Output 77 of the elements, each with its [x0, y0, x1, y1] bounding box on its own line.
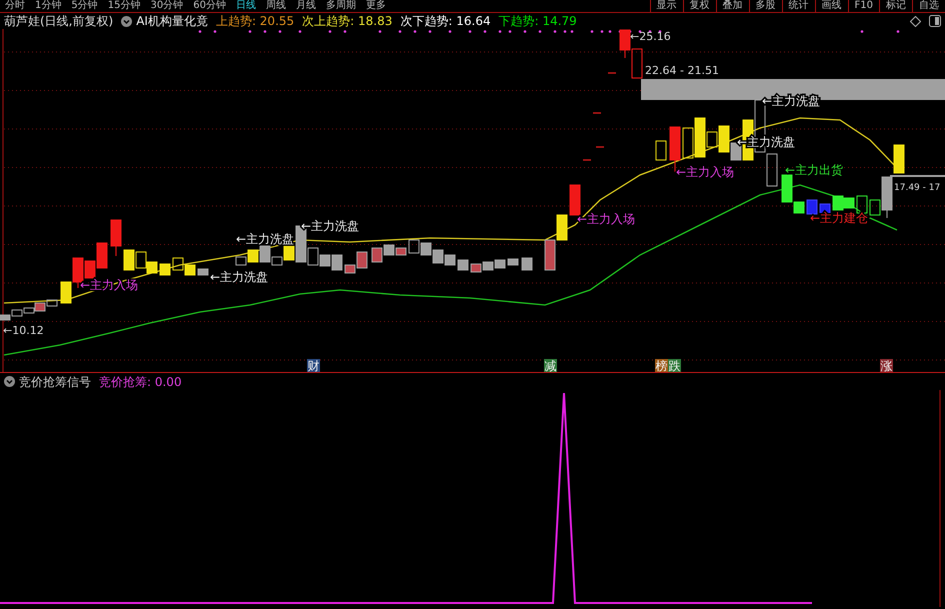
- price-label: ←10.12: [3, 324, 44, 337]
- signal-label: ←主力洗盘: [301, 219, 360, 233]
- trend-readout: 上趋势: 20.55: [216, 13, 294, 29]
- price-tick: [583, 159, 591, 161]
- candlestick: [198, 268, 208, 276]
- candlestick: [136, 252, 146, 268]
- trend-readout: 下趋势: 14.79: [498, 13, 577, 29]
- candlestick: [632, 48, 642, 78]
- period-tab[interactable]: 周线: [260, 0, 291, 12]
- indicator-name: AI机构量化竟: [136, 13, 208, 29]
- period-tab[interactable]: 日线: [230, 0, 261, 12]
- signal-label: ←主力入场: [676, 165, 734, 179]
- candlestick: [556, 214, 568, 240]
- price-tick: [593, 112, 601, 114]
- chevron-icon[interactable]: [4, 376, 15, 387]
- period-tab[interactable]: 1分钟: [30, 0, 66, 12]
- event-tag[interactable]: 财: [307, 359, 320, 372]
- indicator-readout: 竞价抢筹: 0.00: [99, 374, 182, 390]
- candlestick: [408, 240, 420, 254]
- candlestick: [544, 240, 556, 270]
- signal-label: ←主力出货: [785, 163, 844, 177]
- candlestick: [620, 30, 630, 58]
- price-level-line: [890, 175, 945, 177]
- candlestick: [432, 250, 444, 264]
- candlestick: [146, 262, 158, 274]
- chart-title: 葫芦娃(日线,前复权): [4, 13, 114, 29]
- candlestick: [184, 264, 196, 276]
- candlestick: [160, 264, 170, 276]
- candlestick: [844, 198, 854, 208]
- candlestick: [384, 244, 394, 256]
- signal-label: ←主力洗盘: [236, 232, 294, 246]
- period-tab[interactable]: 更多: [360, 0, 391, 12]
- period-tab[interactable]: 30分钟: [145, 0, 188, 12]
- candlestick: [806, 200, 818, 214]
- candlestick: [332, 254, 342, 270]
- signal-label: ←主力建仓: [810, 211, 868, 225]
- candlestick: [482, 262, 494, 270]
- period-tab[interactable]: 多周期: [320, 0, 361, 12]
- candlestick: [856, 196, 868, 214]
- candlestick: [494, 260, 506, 268]
- diamond-icon[interactable]: [910, 16, 921, 26]
- period-tab[interactable]: 60分钟: [188, 0, 231, 12]
- candlestick: [124, 250, 134, 270]
- indicator-title: 竞价抢筹信号: [19, 374, 91, 390]
- period-tab[interactable]: 分时: [0, 0, 30, 12]
- candlestick: [508, 258, 518, 266]
- event-tag[interactable]: 跌: [668, 359, 681, 372]
- price-tick: [596, 146, 604, 148]
- signal-label: ←主力洗盘: [210, 270, 268, 284]
- period-tab[interactable]: 月线: [290, 0, 321, 12]
- candlestick: [420, 242, 432, 256]
- chevron-icon[interactable]: [121, 16, 132, 26]
- candlestick: [570, 184, 580, 216]
- price-label: 22.64 - 21.51: [645, 64, 719, 77]
- candlestick: [444, 254, 456, 266]
- candlestick: [682, 128, 694, 158]
- candlestick: [60, 282, 72, 304]
- candlestick: [110, 220, 122, 256]
- candlestick: [458, 260, 468, 270]
- candlestick: [522, 258, 532, 270]
- candlestick: [656, 140, 666, 160]
- candlestick: [894, 144, 904, 174]
- candlestick: [172, 258, 184, 270]
- price-label: ←25.16: [630, 30, 671, 43]
- price-tick: [608, 72, 616, 74]
- candlestick: [832, 196, 844, 210]
- event-tag[interactable]: 榜: [655, 359, 668, 372]
- candlestick: [372, 248, 382, 262]
- trend-readout: 次上趋势: 18.83: [302, 13, 392, 29]
- trend-readout: 次下趋势: 16.64: [400, 13, 491, 29]
- period-tab[interactable]: 5分钟: [66, 0, 103, 12]
- event-tag[interactable]: 减: [544, 359, 557, 372]
- period-tab[interactable]: 15分钟: [102, 0, 146, 12]
- price-label: 17.49 - 17: [894, 183, 940, 193]
- panel-icon[interactable]: [929, 15, 941, 27]
- event-tag[interactable]: 涨: [880, 359, 893, 372]
- candlestick: [470, 264, 482, 272]
